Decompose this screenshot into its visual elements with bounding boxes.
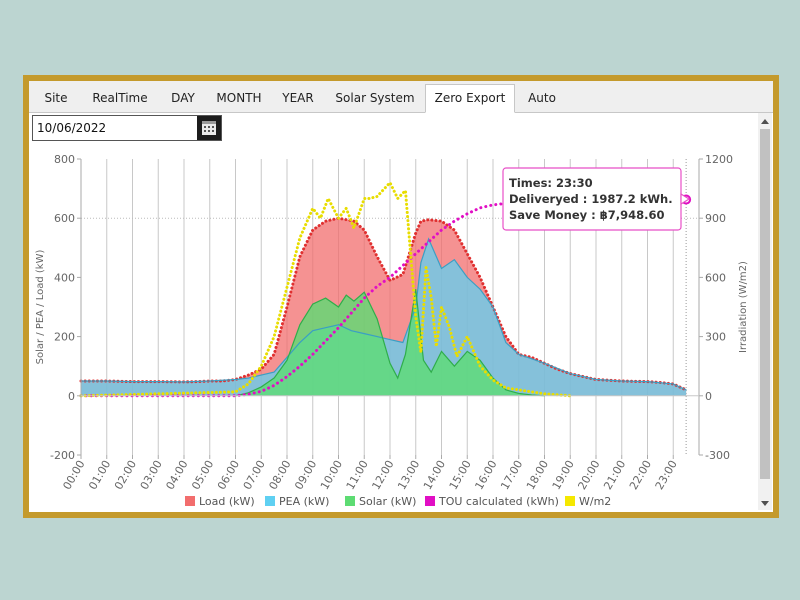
x-tick-label: 08:00 [266, 458, 293, 492]
legend-swatch-tou[interactable] [425, 496, 435, 506]
x-tick-label: 17:00 [498, 458, 525, 492]
x-tick-label: 09:00 [292, 458, 319, 492]
x-tick-label: 16:00 [472, 458, 499, 492]
y-tick-label: 800 [54, 153, 75, 166]
legend-swatch-pea[interactable] [265, 496, 275, 506]
x-tick-label: 07:00 [241, 458, 268, 492]
x-tick-label: 05:00 [189, 458, 216, 492]
legend-label-solar[interactable]: Solar (kW) [359, 495, 416, 508]
triangle-up-icon [761, 119, 769, 124]
legend-label-load[interactable]: Load (kW) [199, 495, 255, 508]
scroll-up-arrow[interactable] [758, 113, 772, 127]
y-tick-label: -200 [50, 449, 75, 462]
tooltip-time: Times: 23:30 [509, 176, 593, 190]
y2-tick-label: 600 [705, 271, 726, 284]
x-tick-label: 10:00 [318, 458, 345, 492]
x-tick-label: 18:00 [524, 458, 551, 492]
x-tick-label: 23:00 [653, 458, 680, 492]
y-tick-label: 0 [68, 390, 75, 403]
x-tick-label: 02:00 [112, 458, 139, 492]
window-frame: Site RealTime DAY MONTH YEAR Solar Syste… [23, 75, 779, 518]
tooltip-save-money: Save Money : ฿7,948.60 [509, 208, 665, 222]
y2-tick-label: 0 [705, 390, 712, 403]
dashboard-panel: Site RealTime DAY MONTH YEAR Solar Syste… [29, 81, 773, 512]
legend-swatch-solar[interactable] [345, 496, 355, 506]
x-tick-label: 12:00 [369, 458, 396, 492]
legend-label-tou[interactable]: TOU calculated (kWh) [438, 495, 559, 508]
vertical-scrollbar[interactable] [758, 113, 772, 510]
y2-axis-title: Irradiation (W/m2) [738, 261, 749, 353]
legend-swatch-load[interactable] [185, 496, 195, 506]
x-tick-label: 01:00 [86, 458, 113, 492]
x-tick-label: 20:00 [575, 458, 602, 492]
legend-label-pea[interactable]: PEA (kW) [279, 495, 329, 508]
legend-label-wm2[interactable]: W/m2 [579, 495, 611, 508]
y-tick-label: 200 [54, 331, 75, 344]
x-tick-label: 22:00 [627, 458, 654, 492]
legend: Load (kW) PEA (kW) Solar (kW) TOU calcul… [185, 495, 611, 508]
y2-tick-label: 300 [705, 331, 726, 344]
scroll-thumb[interactable] [760, 129, 770, 479]
legend-swatch-wm2[interactable] [565, 496, 575, 506]
x-tick-label: 13:00 [395, 458, 422, 492]
y-tick-label: 600 [54, 212, 75, 225]
y-axis-title: Solar / PEA / Load (kW) [35, 250, 46, 365]
x-tick-label: 21:00 [601, 458, 628, 492]
triangle-down-icon [761, 501, 769, 506]
x-tick-label: 11:00 [344, 458, 371, 492]
x-tick-label: 03:00 [138, 458, 165, 492]
chart-tooltip: Times: 23:30 Deliveryed : 1987.2 kWh. Sa… [502, 167, 691, 231]
y-tick-label: 400 [54, 271, 75, 284]
x-tick-label: 19:00 [550, 458, 577, 492]
x-tick-label: 14:00 [421, 458, 448, 492]
y2-tick-label: 1200 [705, 153, 733, 166]
scroll-down-arrow[interactable] [758, 496, 772, 510]
x-tick-label: 00:00 [60, 458, 87, 492]
tooltip-delivered: Deliveryed : 1987.2 kWh. [509, 192, 673, 206]
y2-tick-label: -300 [705, 449, 730, 462]
x-tick-label: 15:00 [447, 458, 474, 492]
y2-tick-label: 900 [705, 212, 726, 225]
x-tick-label: 06:00 [215, 458, 242, 492]
x-tick-label: 04:00 [163, 458, 190, 492]
zero-export-chart: -200 0 200 400 600 800 -300 0 300 600 900 1200 00:00… [35, 153, 749, 508]
